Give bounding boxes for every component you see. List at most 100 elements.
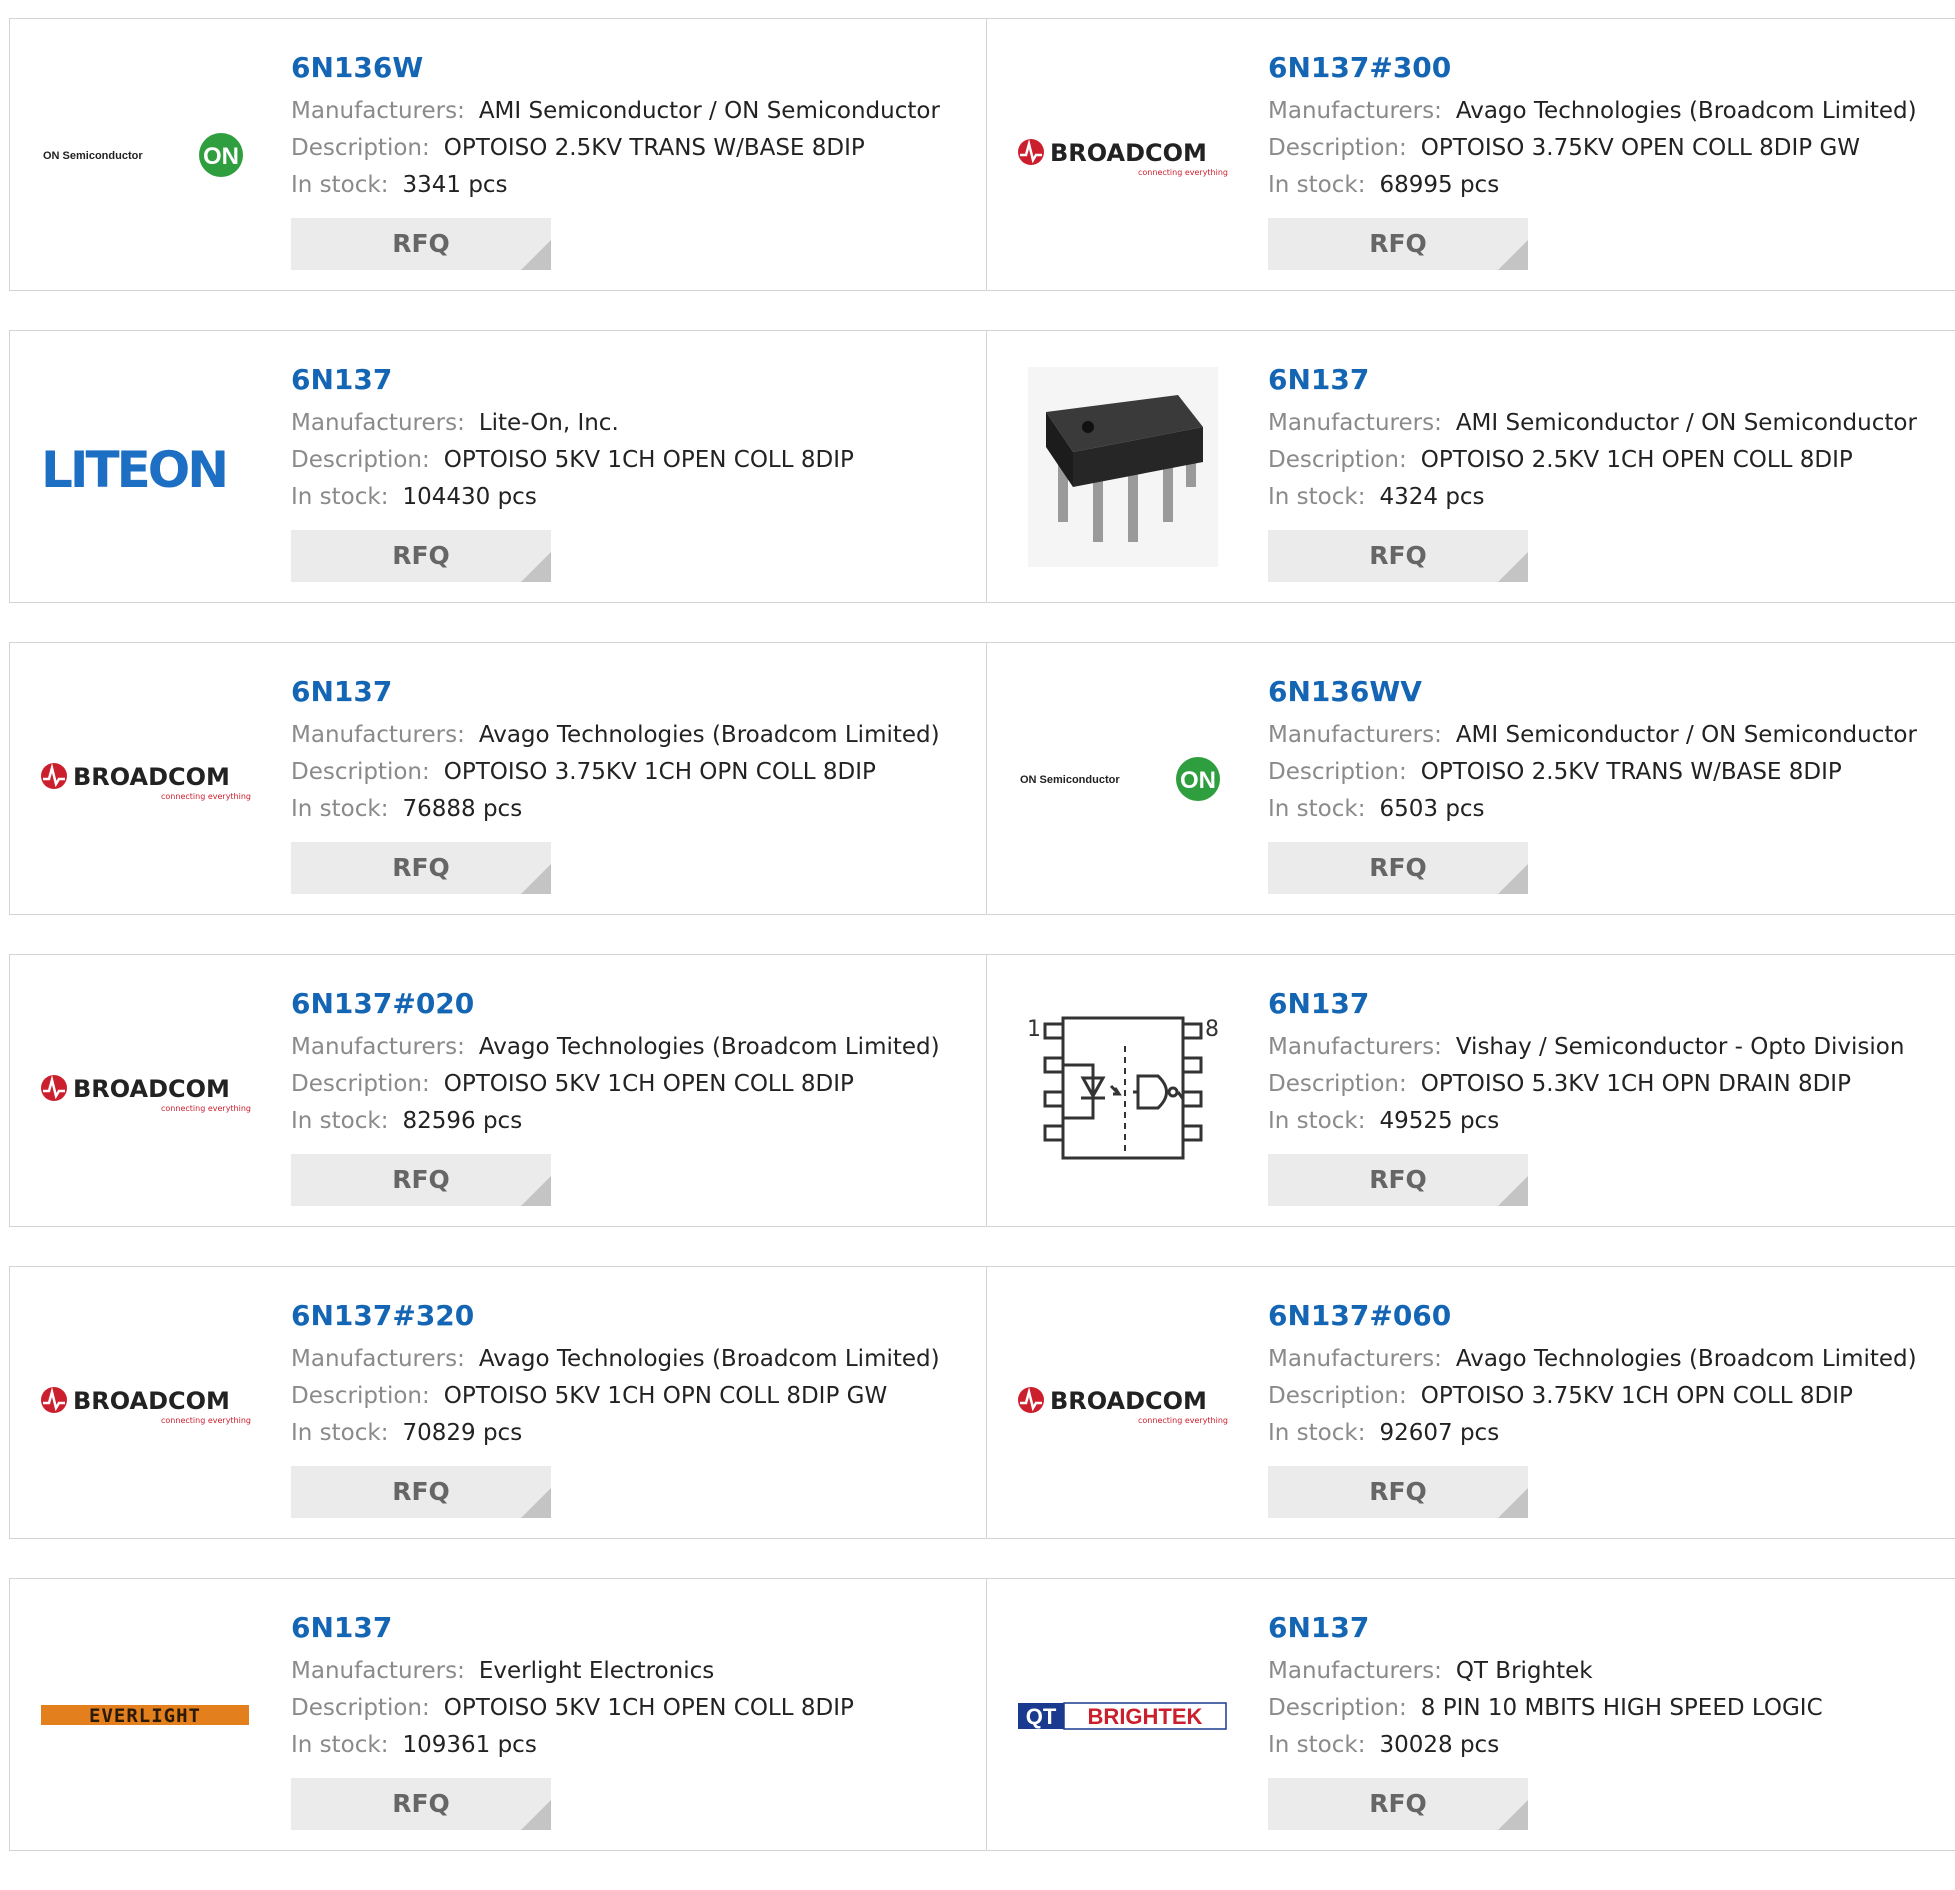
product-info: 6N137 Manufacturers: AMI Semiconductor / …	[1268, 359, 1948, 582]
stock-label: In stock:	[1268, 1420, 1366, 1446]
manufacturer-logo[interactable]: QT BRIGHTEK	[1015, 1609, 1231, 1821]
stock-value: 104430 pcs	[402, 484, 537, 510]
rfq-button[interactable]: RFQ	[291, 842, 551, 894]
manufacturer-logo[interactable]: BROADCOM connecting everything	[38, 1297, 254, 1509]
description-label: Description:	[291, 759, 430, 785]
rfq-button[interactable]: RFQ	[291, 1154, 551, 1206]
rfq-button[interactable]: RFQ	[291, 1778, 551, 1830]
part-number-link[interactable]: 6N137	[1268, 983, 1948, 1025]
manufacturer-logo[interactable]: BROADCOM connecting everything	[38, 673, 254, 885]
part-number-link[interactable]: 6N137	[291, 671, 971, 713]
manufacturer-logo[interactable]: BROADCOM connecting everything	[38, 985, 254, 1197]
manufacturer-line: Manufacturers: QT Brightek	[1268, 1653, 1948, 1690]
on-semiconductor-logo: ON Semiconductor ON	[43, 133, 243, 177]
stock-value: 82596 pcs	[402, 1108, 523, 1134]
manufacturer-line: Manufacturers: Lite-On, Inc.	[291, 405, 971, 442]
rfq-button[interactable]: RFQ	[291, 530, 551, 582]
stock-line: In stock: 104430 pcs	[291, 479, 971, 516]
rfq-button[interactable]: RFQ	[1268, 842, 1528, 894]
product-card: EVERLIGHT 6N137 Manufacturers: Everlight …	[9, 1578, 987, 1851]
part-number-link[interactable]: 6N136WV	[1268, 671, 1948, 713]
product-info: 6N137#320 Manufacturers: Avago Technologi…	[291, 1295, 971, 1518]
description-value: 8 PIN 10 MBITS HIGH SPEED LOGIC	[1420, 1695, 1823, 1721]
rfq-button[interactable]: RFQ	[1268, 530, 1528, 582]
part-number-link[interactable]: 6N137	[291, 359, 971, 401]
description-label: Description:	[291, 135, 430, 161]
qt-brightek-logo: QT BRIGHTEK	[1018, 1702, 1227, 1730]
description-value: OPTOISO 5KV 1CH OPN COLL 8DIP GW	[443, 1383, 888, 1409]
manufacturer-logo[interactable]: LITEON	[38, 361, 254, 573]
rfq-label: RFQ	[392, 853, 450, 882]
rfq-button[interactable]: RFQ	[291, 218, 551, 270]
stock-line: In stock: 82596 pcs	[291, 1103, 971, 1140]
stock-label: In stock:	[291, 1108, 389, 1134]
rfq-label: RFQ	[392, 1477, 450, 1506]
rfq-label: RFQ	[392, 1789, 450, 1818]
stock-value: 3341 pcs	[402, 172, 508, 198]
part-number-link[interactable]: 6N137	[1268, 359, 1948, 401]
manufacturer-value: AMI Semiconductor / ON Semiconductor	[1455, 722, 1917, 748]
description-line: Description: OPTOISO 3.75KV 1CH OPN COLL …	[1268, 1378, 1948, 1415]
rfq-button[interactable]: RFQ	[291, 1466, 551, 1518]
manufacturer-logo[interactable]: ON Semiconductor ON	[1015, 673, 1231, 885]
stock-value: 92607 pcs	[1379, 1420, 1500, 1446]
part-number-link[interactable]: 6N137#060	[1268, 1295, 1948, 1337]
svg-text:BROADCOM: BROADCOM	[1050, 1387, 1207, 1415]
manufacturer-logo[interactable]: EVERLIGHT	[38, 1609, 254, 1821]
rfq-button[interactable]: RFQ	[1268, 218, 1528, 270]
product-row: EVERLIGHT 6N137 Manufacturers: Everlight …	[9, 1578, 1955, 1853]
stock-label: In stock:	[291, 1420, 389, 1446]
svg-text:BRIGHTEK: BRIGHTEK	[1088, 1704, 1203, 1729]
liteon-logo: LITEON	[41, 441, 229, 497]
description-line: Description: OPTOISO 5.3KV 1CH OPN DRAIN …	[1268, 1066, 1948, 1103]
manufacturer-logo[interactable]: BROADCOM connecting everything	[1015, 1297, 1231, 1509]
svg-text:BROADCOM: BROADCOM	[1050, 139, 1207, 167]
manufacturer-value: Avago Technologies (Broadcom Limited)	[478, 722, 940, 748]
rfq-button[interactable]: RFQ	[1268, 1154, 1528, 1206]
description-value: OPTOISO 2.5KV TRANS W/BASE 8DIP	[1420, 759, 1842, 785]
product-card: BROADCOM connecting everything 6N137#320…	[9, 1266, 987, 1539]
broadcom-logo: BROADCOM connecting everything	[1018, 1387, 1228, 1425]
svg-text:connecting everything: connecting everything	[161, 1416, 251, 1425]
stock-label: In stock:	[291, 484, 389, 510]
manufacturer-value: Everlight Electronics	[478, 1658, 715, 1684]
product-info: 6N137 Manufacturers: Vishay / Semiconduct…	[1268, 983, 1948, 1206]
manufacturer-line: Manufacturers: Avago Technologies (Broadc…	[1268, 1341, 1948, 1378]
manufacturer-logo[interactable]	[1015, 361, 1231, 573]
manufacturer-label: Manufacturers:	[1268, 98, 1442, 124]
rfq-label: RFQ	[1369, 1165, 1427, 1194]
manufacturer-logo[interactable]: BROADCOM connecting everything	[1015, 49, 1231, 261]
rfq-label: RFQ	[392, 1165, 450, 1194]
corner-triangle-icon	[1498, 1488, 1528, 1518]
manufacturer-value: Avago Technologies (Broadcom Limited)	[1455, 98, 1917, 124]
product-info: 6N137 Manufacturers: Lite-On, Inc. Descri…	[291, 359, 971, 582]
part-number-link[interactable]: 6N137	[1268, 1607, 1948, 1649]
manufacturer-label: Manufacturers:	[291, 1034, 465, 1060]
stock-label: In stock:	[291, 1732, 389, 1758]
part-number-link[interactable]: 6N137#300	[1268, 47, 1948, 89]
description-line: Description: OPTOISO 2.5KV TRANS W/BASE 8…	[1268, 754, 1948, 791]
product-card: QT BRIGHTEK 6N137 Manufacturers: QT Brigh…	[986, 1578, 1955, 1851]
part-number-link[interactable]: 6N137#320	[291, 1295, 971, 1337]
rfq-button[interactable]: RFQ	[1268, 1466, 1528, 1518]
corner-triangle-icon	[521, 1176, 551, 1206]
rfq-button[interactable]: RFQ	[1268, 1778, 1528, 1830]
description-label: Description:	[291, 447, 430, 473]
description-line: Description: OPTOISO 5KV 1CH OPN COLL 8DI…	[291, 1378, 971, 1415]
part-number-link[interactable]: 6N136W	[291, 47, 971, 89]
product-card: BROADCOM connecting everything 6N137 Man…	[9, 642, 987, 915]
manufacturer-value: Avago Technologies (Broadcom Limited)	[478, 1034, 940, 1060]
product-info: 6N137 Manufacturers: QT Brightek Descript…	[1268, 1607, 1948, 1830]
part-number-link[interactable]: 6N137#020	[291, 983, 971, 1025]
product-row: BROADCOM connecting everything 6N137 Man…	[9, 642, 1955, 917]
part-number-link[interactable]: 6N137	[291, 1607, 971, 1649]
corner-triangle-icon	[1498, 240, 1528, 270]
stock-line: In stock: 6503 pcs	[1268, 791, 1948, 828]
product-card: 1 8 6N137 Manufacturers: Vishay / Semicon…	[986, 954, 1955, 1227]
product-card: 6N137 Manufacturers: AMI Semiconductor / …	[986, 330, 1955, 603]
manufacturer-logo[interactable]: 1 8	[1015, 985, 1231, 1197]
rfq-label: RFQ	[392, 541, 450, 570]
manufacturer-logo[interactable]: ON Semiconductor ON	[38, 49, 254, 261]
optocoupler-schematic: 1 8	[1027, 1016, 1219, 1160]
description-line: Description: OPTOISO 5KV 1CH OPEN COLL 8D…	[291, 442, 971, 479]
